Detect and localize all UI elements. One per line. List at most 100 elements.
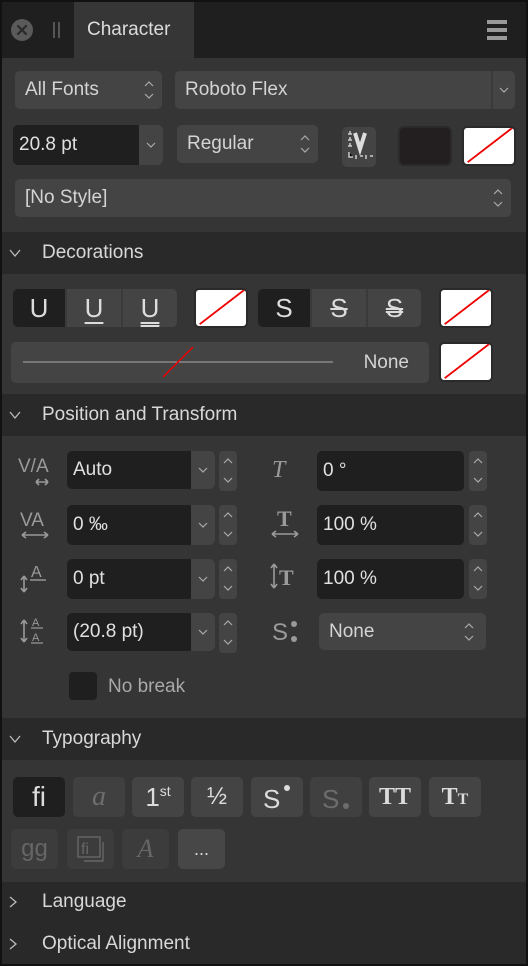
- chevron-down-icon: [9, 249, 21, 257]
- ligatures-button[interactable]: fi: [13, 777, 65, 817]
- kerning-stepper[interactable]: [219, 505, 237, 545]
- underline-none-option[interactable]: U: [13, 289, 67, 327]
- strikethrough-color-swatch[interactable]: [439, 288, 493, 328]
- subscript-button[interactable]: S: [310, 777, 362, 817]
- stepper-arrows-icon: [473, 458, 483, 483]
- all-caps-icon: TT: [378, 783, 411, 810]
- section-position-transform-header[interactable]: Position and Transform: [2, 394, 526, 436]
- text-style-select[interactable]: [No Style]: [15, 179, 511, 217]
- font-size-input[interactable]: 20.8 pt: [13, 125, 163, 165]
- grip-icon[interactable]: [52, 22, 60, 38]
- decoration-line-color-swatch[interactable]: [439, 342, 493, 382]
- swash-icon: a: [92, 781, 106, 812]
- no-color-icon: [444, 290, 490, 325]
- leading-stepper[interactable]: [219, 613, 237, 653]
- line-preview-icon: [23, 346, 333, 378]
- stepper-arrows-icon: [223, 620, 233, 645]
- close-icon[interactable]: [11, 19, 33, 41]
- variable-font-button[interactable]: [342, 127, 376, 167]
- baseline-shift-dropdown[interactable]: [191, 559, 215, 599]
- updown-arrows-icon: [464, 622, 474, 641]
- more-typography-button[interactable]: ...: [178, 829, 225, 869]
- section-language-header[interactable]: Language: [2, 882, 526, 922]
- ligatures-icon: fi: [32, 781, 46, 812]
- leading-dropdown[interactable]: [191, 613, 215, 651]
- hamburger-menu-icon[interactable]: [487, 20, 507, 40]
- sub-superscript-select[interactable]: None: [319, 613, 486, 650]
- decoration-line-style-select[interactable]: None: [11, 342, 429, 383]
- font-collection-select[interactable]: All Fonts: [15, 71, 162, 109]
- contextual-alternates-button[interactable]: A: [122, 829, 169, 869]
- tracking-input[interactable]: Auto: [67, 451, 215, 489]
- baseline-shift-stepper[interactable]: [219, 559, 237, 599]
- chevron-right-icon: [9, 896, 17, 908]
- underline-segmented-control: U U U: [13, 289, 177, 327]
- swash-button[interactable]: a: [73, 777, 125, 817]
- stylistic-alternates-button[interactable]: gg: [11, 829, 58, 869]
- underline-single-option[interactable]: U: [67, 289, 123, 327]
- shear-icon: T: [272, 457, 287, 483]
- ordinals-button[interactable]: 1st: [132, 777, 184, 817]
- stepper-arrows-icon: [223, 458, 233, 483]
- font-size-dropdown[interactable]: [139, 125, 163, 165]
- svg-text:S: S: [263, 784, 280, 812]
- option-label: S: [385, 292, 404, 323]
- updown-arrows-icon: [493, 189, 503, 207]
- tab-character[interactable]: Character: [74, 2, 194, 58]
- strike-single-option[interactable]: S: [312, 289, 368, 327]
- section-typography-header[interactable]: Typography: [2, 718, 526, 760]
- no-break-checkbox[interactable]: [69, 672, 97, 700]
- chevron-down-icon: [146, 142, 156, 148]
- horizontal-scale-input[interactable]: 100 %: [317, 505, 464, 545]
- kerning-input[interactable]: 0 ‰: [67, 505, 215, 545]
- chevron-down-icon: [198, 522, 208, 528]
- discretionary-ligatures-button[interactable]: fi: [67, 829, 114, 869]
- superscript-button[interactable]: S: [251, 777, 303, 817]
- contextual-alternates-icon: A: [137, 834, 154, 863]
- option-label: U: [29, 292, 49, 323]
- stepper-arrows-icon: [473, 512, 483, 537]
- tracking-stepper[interactable]: [219, 451, 237, 491]
- chevron-down-icon: [9, 735, 21, 743]
- stepper-arrows-icon: [223, 512, 233, 537]
- section-optical-alignment-header[interactable]: Optical Alignment: [2, 924, 526, 964]
- svg-text:V/A: V/A: [18, 456, 49, 477]
- horizontal-scale-stepper[interactable]: [469, 505, 487, 545]
- font-style-select[interactable]: Regular: [177, 125, 318, 163]
- underline-color-swatch[interactable]: [194, 288, 248, 328]
- tracking-dropdown[interactable]: [191, 451, 215, 489]
- vertical-scale-stepper[interactable]: [469, 559, 487, 599]
- more-icon: ...: [193, 838, 209, 859]
- svg-text:T: T: [279, 565, 294, 590]
- font-family-select[interactable]: Roboto Flex: [175, 71, 515, 109]
- strike-double-option[interactable]: S: [368, 289, 421, 327]
- updown-arrows-icon: [144, 81, 154, 99]
- kerning-value: 0 ‰: [73, 514, 108, 535]
- shear-input[interactable]: 0 °: [317, 451, 464, 491]
- fractions-button[interactable]: ½: [191, 777, 243, 817]
- kerning-dropdown[interactable]: [191, 505, 215, 545]
- chevron-down-icon: [499, 87, 509, 93]
- sub-superscript-value: None: [329, 620, 375, 642]
- section-decorations-header[interactable]: Decorations: [2, 232, 526, 274]
- all-caps-button[interactable]: TT: [369, 777, 421, 817]
- shear-value: 0 °: [323, 460, 347, 481]
- leading-input[interactable]: (20.8 pt): [67, 613, 215, 651]
- section-title: Optical Alignment: [42, 933, 190, 954]
- baseline-shift-input[interactable]: 0 pt: [67, 559, 215, 599]
- svg-text:T: T: [272, 457, 287, 483]
- chevron-down-icon: [198, 629, 208, 635]
- shear-stepper[interactable]: [469, 451, 487, 491]
- underline-double-option[interactable]: U: [123, 289, 177, 327]
- small-caps-button[interactable]: TT: [429, 777, 481, 817]
- fill-color-swatch[interactable]: [398, 126, 452, 166]
- subscript-icon: S: [322, 784, 349, 812]
- variable-font-icon: [348, 131, 373, 159]
- strike-none-option[interactable]: S: [258, 289, 312, 327]
- horizontal-scale-value: 100 %: [323, 514, 377, 535]
- tracking-value: Auto: [73, 459, 113, 480]
- stroke-color-swatch[interactable]: [462, 126, 516, 166]
- horizontal-scale-icon: T: [271, 506, 299, 538]
- option-label: U: [140, 292, 160, 323]
- vertical-scale-input[interactable]: 100 %: [317, 559, 464, 599]
